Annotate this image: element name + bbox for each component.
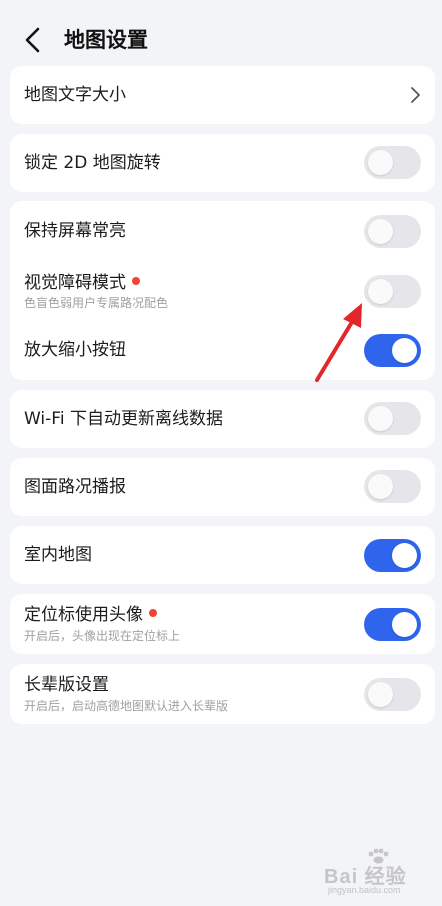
toggle-knob [368,150,393,175]
card-elder-mode: 长辈版设置 开启后，启动高德地图默认进入长辈版 [10,664,435,724]
card-avatar-location-marker: 定位标使用头像 开启后，头像出现在定位标上 [10,594,435,654]
toggle-knob [368,682,393,707]
chevron-left-icon [25,27,40,53]
toggle-knob [368,219,393,244]
elder-mode-toggle[interactable] [364,678,421,711]
card-map-text-size: 地图文字大小 [10,66,435,124]
keep-screen-on-toggle[interactable] [364,215,421,248]
page-title: 地图设置 [64,28,148,52]
avatar-location-marker-toggle[interactable] [364,608,421,641]
setting-label: 地图文字大小 [24,85,126,105]
setting-label-text: 定位标使用头像 [24,605,143,625]
lock-2d-rotation-toggle[interactable] [364,146,421,179]
watermark-logo: Bai 经验 jingyan.baidu.com [322,848,434,898]
chevron-right-icon [411,87,420,103]
setting-description: 色盲色弱用户专属路况配色 [24,296,169,310]
wifi-offline-update-toggle[interactable] [364,402,421,435]
setting-label-text: 视觉障碍模式 [24,273,126,293]
setting-description: 开启后，启动高德地图默认进入长辈版 [24,699,229,713]
card-lock-2d-rotation: 锁定 2D 地图旋转 [10,134,435,192]
setting-row-lock-2d-rotation: 锁定 2D 地图旋转 [10,134,435,192]
toggle-knob [368,474,393,499]
annotation-arrow-icon [315,303,362,382]
setting-label: 锁定 2D 地图旋转 [24,153,161,173]
toggle-knob [392,543,417,568]
card-wifi-offline-update: Wi-Fi 下自动更新离线数据 [10,390,435,448]
new-badge-dot [149,609,157,617]
back-button[interactable] [18,24,50,56]
indoor-map-toggle[interactable] [364,539,421,572]
watermark-url: jingyan.baidu.com [328,885,401,895]
toggle-knob [368,406,393,431]
toggle-knob [392,338,417,363]
setting-row-road-condition-broadcast: 图面路况播报 [10,458,435,516]
setting-row-keep-screen-on: 保持屏幕常亮 [10,201,435,261]
setting-label: 保持屏幕常亮 [24,221,126,241]
new-badge-dot [132,277,140,285]
setting-label: 视觉障碍模式 [24,271,140,295]
toggle-knob [392,612,417,637]
setting-row-elder-mode: 长辈版设置 开启后，启动高德地图默认进入长辈版 [10,664,435,724]
setting-label: 图面路况播报 [24,477,126,497]
setting-description: 开启后，头像出现在定位标上 [24,629,181,643]
setting-label: Wi-Fi 下自动更新离线数据 [24,409,223,429]
setting-row-wifi-offline-update: Wi-Fi 下自动更新离线数据 [10,390,435,448]
setting-row-map-text-size[interactable]: 地图文字大小 [10,66,435,124]
card-indoor-map: 室内地图 [10,526,435,584]
road-condition-broadcast-toggle[interactable] [364,470,421,503]
setting-row-indoor-map: 室内地图 [10,526,435,584]
setting-label: 长辈版设置 [24,675,109,695]
setting-row-avatar-location-marker: 定位标使用头像 开启后，头像出现在定位标上 [10,594,435,654]
setting-label: 定位标使用头像 [24,603,157,627]
setting-label: 放大缩小按钮 [24,340,126,360]
card-road-condition-broadcast: 图面路况播报 [10,458,435,516]
setting-label: 室内地图 [24,545,92,565]
